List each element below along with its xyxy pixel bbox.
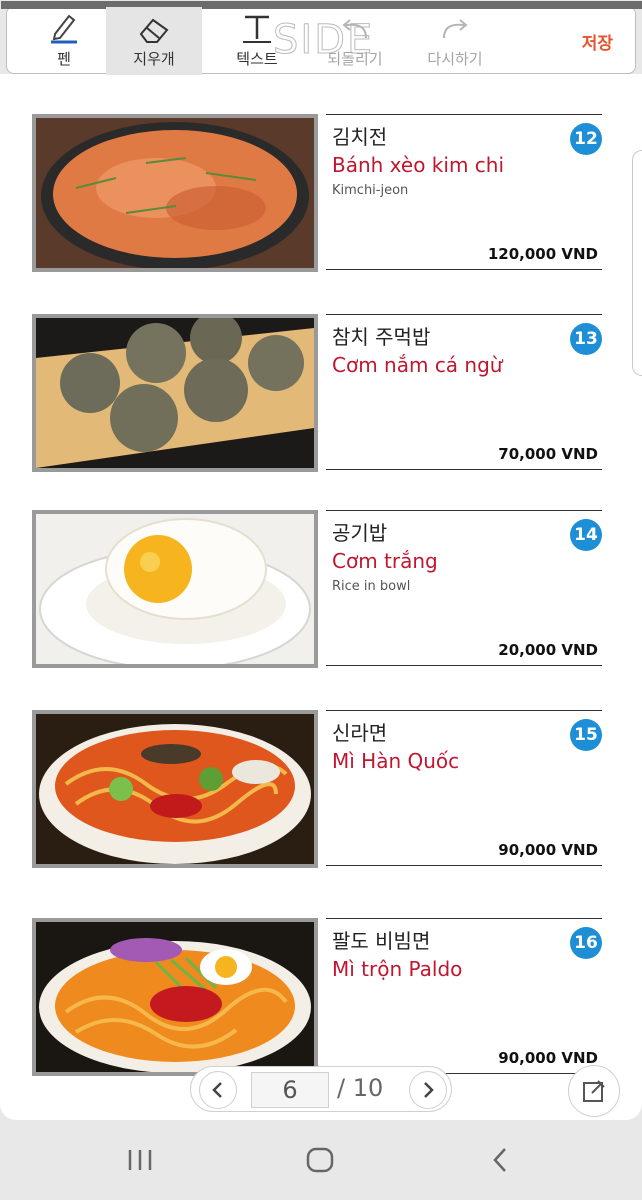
- undo-icon: [342, 19, 367, 39]
- item-price: 90,000 VND: [498, 841, 598, 859]
- page-navigator: / 10: [190, 1066, 452, 1112]
- next-page-button[interactable]: [409, 1071, 447, 1109]
- recents-icon: [128, 1150, 152, 1170]
- drawing-toolbar: SIDE 펜 지우개 텍스트 되돌리기 다시하기 저장: [1, 1, 642, 75]
- menu-item-info: 팔도 비빔면 Mì trộn Paldo 16 90,000 VND: [326, 918, 602, 1074]
- home-button[interactable]: [296, 1140, 344, 1180]
- rice-bowl-photo: [32, 510, 318, 668]
- item-price: 70,000 VND: [498, 445, 598, 463]
- item-price: 20,000 VND: [498, 641, 598, 659]
- pen-tool-button[interactable]: 펜: [29, 7, 99, 75]
- eraser-icon: [139, 18, 169, 43]
- vietnamese-name: Mì trộn Paldo: [332, 957, 463, 981]
- menu-item-info: 김치전 Bánh xèo kim chi Kimchi-jeon 12 120,…: [326, 114, 602, 270]
- pen-label: 펜: [57, 50, 71, 68]
- eraser-label: 지우개: [133, 50, 175, 68]
- redo-icon: [443, 19, 468, 39]
- korean-name: 공기밥: [332, 521, 388, 545]
- kimchi-pancake-photo: [32, 114, 318, 272]
- menu-item: 참치 주먹밥 Cơm nắm cá ngừ 13 70,000 VND: [0, 314, 642, 474]
- item-number-badge: 15: [570, 719, 602, 751]
- pin-edit-icon: [583, 1080, 605, 1102]
- item-number-badge: 14: [570, 519, 602, 551]
- english-name: Kimchi-jeon: [332, 183, 409, 198]
- eraser-tool-button[interactable]: 지우개: [106, 7, 202, 75]
- menu-item: 김치전 Bánh xèo kim chi Kimchi-jeon 12 120,…: [0, 114, 642, 274]
- page-number-input[interactable]: [251, 1072, 329, 1108]
- vietnamese-name: Mì Hàn Quốc: [332, 749, 460, 773]
- vietnamese-name: Cơm trắng: [332, 549, 438, 573]
- vietnamese-name: Cơm nắm cá ngừ: [332, 353, 503, 377]
- undo-label: 되돌리기: [327, 50, 383, 68]
- menu-item: 신라면 Mì Hàn Quốc 15 90,000 VND: [0, 710, 642, 870]
- vietnamese-name: Bánh xèo kim chi: [332, 153, 505, 177]
- previous-page-button[interactable]: [199, 1071, 237, 1109]
- back-chevron-icon: [493, 1148, 506, 1172]
- menu-item-info: 공기밥 Cơm trắng Rice in bowl 14 20,000 VND: [326, 510, 602, 666]
- undo-button[interactable]: 되돌리기: [309, 7, 401, 75]
- korean-name: 팔도 비빔면: [332, 929, 431, 953]
- text-tool-button[interactable]: 텍스트: [217, 7, 297, 75]
- save-button[interactable]: 저장: [582, 29, 613, 54]
- text-icon: [243, 15, 271, 43]
- menu-item-info: 참치 주먹밥 Cơm nắm cá ngừ 13 70,000 VND: [326, 314, 602, 470]
- korean-name: 신라면: [332, 721, 388, 745]
- item-price: 90,000 VND: [498, 1049, 598, 1067]
- chevron-right-icon: [424, 1082, 434, 1098]
- pen-icon: [51, 14, 77, 44]
- item-number-badge: 12: [570, 123, 602, 155]
- item-number-badge: 16: [570, 927, 602, 959]
- tuna-rice-ball-photo: [32, 314, 318, 472]
- redo-label: 다시하기: [427, 50, 483, 68]
- item-price: 120,000 VND: [487, 245, 598, 263]
- menu-page[interactable]: 김치전 Bánh xèo kim chi Kimchi-jeon 12 120,…: [0, 74, 642, 1120]
- page-total: / 10: [337, 1074, 384, 1102]
- text-label: 텍스트: [236, 50, 278, 68]
- home-icon: [306, 1147, 334, 1173]
- english-name: Rice in bowl: [332, 579, 411, 594]
- recent-apps-button[interactable]: [116, 1140, 164, 1180]
- item-number-badge: 13: [570, 323, 602, 355]
- paldo-bibim-noodles-photo: [32, 918, 318, 1076]
- korean-name: 김치전: [332, 125, 388, 149]
- menu-item-info: 신라면 Mì Hàn Quốc 15 90,000 VND: [326, 710, 602, 866]
- pin-button[interactable]: [568, 1065, 620, 1117]
- chevron-left-icon: [212, 1082, 222, 1098]
- system-navigation-bar: [0, 1120, 642, 1200]
- back-button[interactable]: [476, 1140, 524, 1180]
- shin-ramyun-photo: [32, 710, 318, 868]
- menu-item: 공기밥 Cơm trắng Rice in bowl 14 20,000 VND: [0, 510, 642, 670]
- screen: SIDE 펜 지우개 텍스트 되돌리기 다시하기 저장 김치전 Bánh xèo…: [0, 0, 642, 1200]
- menu-item: 팔도 비빔면 Mì trộn Paldo 16 90,000 VND: [0, 918, 642, 1078]
- redo-button[interactable]: 다시하기: [409, 7, 501, 75]
- korean-name: 참치 주먹밥: [332, 325, 431, 349]
